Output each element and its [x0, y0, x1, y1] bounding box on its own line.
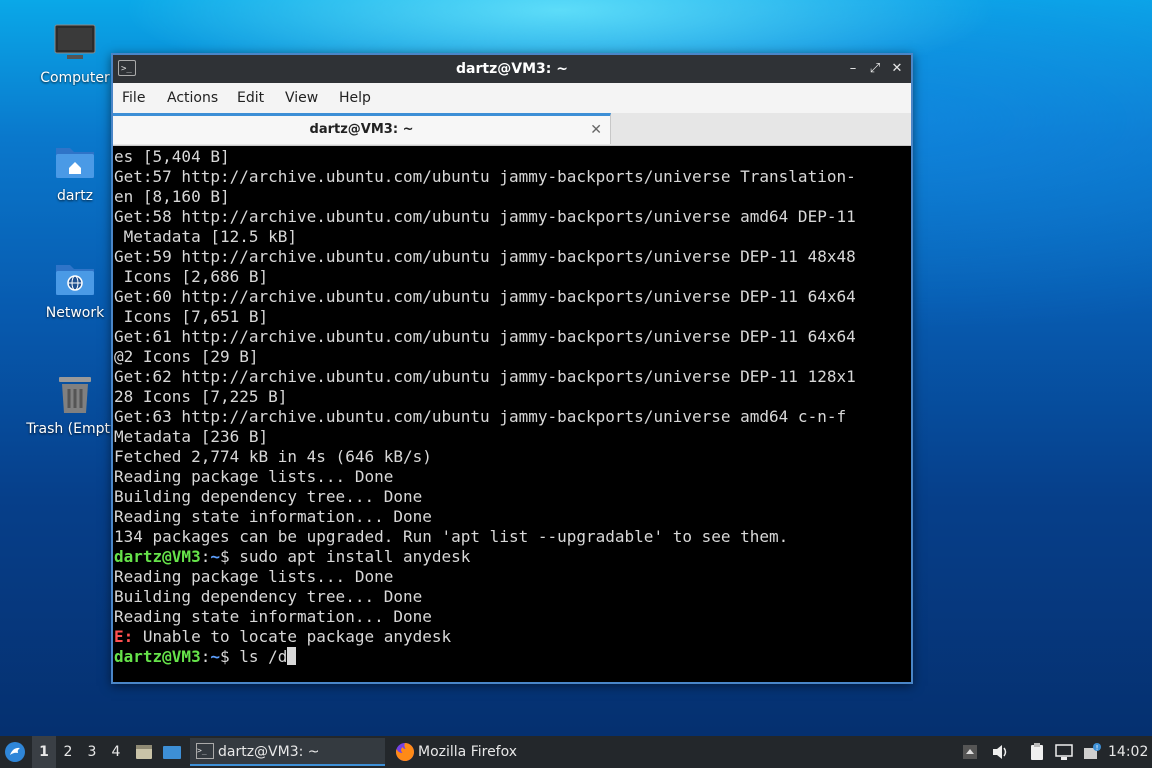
- workspace-1[interactable]: 1: [32, 736, 56, 768]
- terminal-line: Reading package lists... Done: [114, 467, 394, 486]
- window-titlebar[interactable]: >_ dartz@VM3: ~ – ⤢ ✕: [113, 55, 911, 83]
- command-text: sudo apt install anydesk: [239, 547, 471, 566]
- task-label: Mozilla Firefox: [418, 744, 518, 760]
- menu-edit[interactable]: Edit: [237, 83, 264, 113]
- terminal-output[interactable]: es [5,404 B] Get:57 http://archive.ubunt…: [114, 147, 910, 681]
- menu-actions[interactable]: Actions: [167, 83, 218, 113]
- terminal-line: Reading package lists... Done: [114, 567, 394, 586]
- text-cursor: [287, 647, 297, 665]
- desktop-icon-label: Computer: [40, 70, 110, 86]
- terminal-line: Metadata [12.5 kB]: [114, 227, 298, 246]
- svg-text:!: !: [1096, 744, 1099, 752]
- tab-close-icon[interactable]: ✕: [590, 120, 602, 140]
- task-label: dartz@VM3: ~: [218, 744, 320, 760]
- desktop-icon-label: Trash (Empty): [26, 421, 124, 437]
- workspace-2[interactable]: 2: [56, 736, 80, 768]
- terminal-input-line[interactable]: dartz@VM3:~$ ls /d: [114, 647, 297, 667]
- terminal-line: Metadata [236 B]: [114, 427, 269, 446]
- menu-bar: File Actions Edit View Help: [113, 83, 911, 113]
- prompt-path: ~: [210, 547, 220, 566]
- firefox-icon: [395, 743, 414, 761]
- tab-title: dartz@VM3: ~: [309, 122, 414, 137]
- error-prefix: E:: [114, 627, 134, 646]
- network-icon: [1055, 744, 1073, 760]
- arrow-up-icon: [963, 745, 977, 759]
- prompt-user: dartz@VM3: [114, 547, 201, 566]
- volume-icon: [993, 745, 1007, 759]
- terminal-line: 134 packages can be upgraded. Run 'apt l…: [114, 527, 789, 546]
- tray-updates[interactable]: !: [1082, 736, 1104, 768]
- workspace-4[interactable]: 4: [104, 736, 128, 768]
- current-input[interactable]: ls /d: [239, 647, 287, 666]
- terminal-line: es [5,404 B]: [114, 147, 230, 166]
- tab-terminal[interactable]: dartz@VM3: ~ ✕: [113, 113, 611, 144]
- terminal-line: Get:59 http://archive.ubuntu.com/ubuntu …: [114, 247, 856, 266]
- prompt-user: dartz@VM3: [114, 647, 201, 666]
- window-title: dartz@VM3: ~: [456, 61, 568, 77]
- clock[interactable]: 14:02: [1108, 736, 1148, 768]
- workspace-3[interactable]: 3: [80, 736, 104, 768]
- menu-help[interactable]: Help: [339, 83, 371, 113]
- desktop-icon-trash[interactable]: Trash (Empty): [25, 373, 125, 437]
- error-message: Unable to locate package anydesk: [133, 627, 452, 646]
- terminal-line: Icons [7,651 B]: [114, 307, 269, 326]
- home-folder-icon: [56, 148, 94, 178]
- terminal-line: Building dependency tree... Done: [114, 487, 423, 506]
- terminal-line: Get:58 http://archive.ubuntu.com/ubuntu …: [114, 207, 856, 226]
- trash-icon: [59, 377, 91, 413]
- terminal-line: en [8,160 B]: [114, 187, 230, 206]
- menu-view[interactable]: View: [285, 83, 318, 113]
- close-button[interactable]: ✕: [887, 59, 907, 79]
- terminal-line: Fetched 2,774 kB in 4s (646 kB/s): [114, 447, 432, 466]
- minimize-button[interactable]: –: [843, 59, 863, 79]
- prompt-symbol: $: [219, 547, 240, 566]
- quicklaunch-desktop[interactable]: [162, 736, 184, 768]
- clipboard-icon: [1031, 743, 1043, 760]
- tab-bar: dartz@VM3: ~ ✕: [113, 113, 911, 146]
- terminal-window: >_ dartz@VM3: ~ – ⤢ ✕ File Actions Edit …: [111, 53, 913, 684]
- terminal-line: Get:60 http://archive.ubuntu.com/ubuntu …: [114, 287, 856, 306]
- terminal-error-line: E: Unable to locate package anydesk: [114, 627, 451, 647]
- terminal-line: Get:63 http://archive.ubuntu.com/ubuntu …: [114, 407, 847, 426]
- maximize-button[interactable]: ⤢: [865, 59, 885, 79]
- desktop-icon-computer[interactable]: Computer: [25, 22, 125, 86]
- task-terminal[interactable]: >_ dartz@VM3: ~: [190, 738, 385, 766]
- terminal-icon: >_: [196, 743, 214, 759]
- terminal-line: 28 Icons [7,225 B]: [114, 387, 288, 406]
- terminal-line: @2 Icons [29 B]: [114, 347, 259, 366]
- desktop-icon-label: dartz: [56, 188, 94, 204]
- computer-icon: [54, 24, 96, 59]
- prompt-separator: :: [200, 647, 211, 666]
- tray-network[interactable]: [1054, 736, 1076, 768]
- prompt-symbol: $: [219, 647, 240, 666]
- terminal-line: Building dependency tree... Done: [114, 587, 423, 606]
- prompt-path: ~: [210, 647, 220, 666]
- terminal-prompt-line: dartz@VM3:~$ sudo apt install anydesk: [114, 547, 470, 567]
- terminal-line: Get:62 http://archive.ubuntu.com/ubuntu …: [114, 367, 856, 386]
- desktop-icon-label: Network: [45, 305, 105, 321]
- tray-clipboard[interactable]: [1027, 736, 1049, 768]
- file-manager-icon: [136, 745, 152, 759]
- quicklaunch-files[interactable]: [134, 736, 156, 768]
- tray-scroll-up[interactable]: [962, 736, 982, 768]
- terminal-line: Get:61 http://archive.ubuntu.com/ubuntu …: [114, 327, 856, 346]
- prompt-separator: :: [200, 547, 211, 566]
- terminal-line: Reading state information... Done: [114, 507, 432, 526]
- terminal-line: Get:57 http://archive.ubuntu.com/ubuntu …: [114, 167, 856, 186]
- desktop-icon-home[interactable]: dartz: [25, 140, 125, 204]
- network-folder-icon: [56, 265, 94, 295]
- tray-volume[interactable]: [990, 736, 1012, 768]
- terminal-line: Icons [2,686 B]: [114, 267, 269, 286]
- menu-file[interactable]: File: [122, 83, 145, 113]
- terminal-line: Reading state information... Done: [114, 607, 432, 626]
- taskbar: 1 2 3 4 >_ dartz@VM3: ~ Mozilla Firefox: [0, 736, 1152, 768]
- app-menu-button[interactable]: [4, 736, 28, 768]
- show-desktop-icon: [163, 746, 181, 759]
- update-notification-icon: !: [1084, 743, 1101, 759]
- task-firefox[interactable]: Mozilla Firefox: [390, 738, 590, 766]
- start-menu-icon: [5, 742, 25, 762]
- desktop-icon-network[interactable]: Network: [25, 257, 125, 321]
